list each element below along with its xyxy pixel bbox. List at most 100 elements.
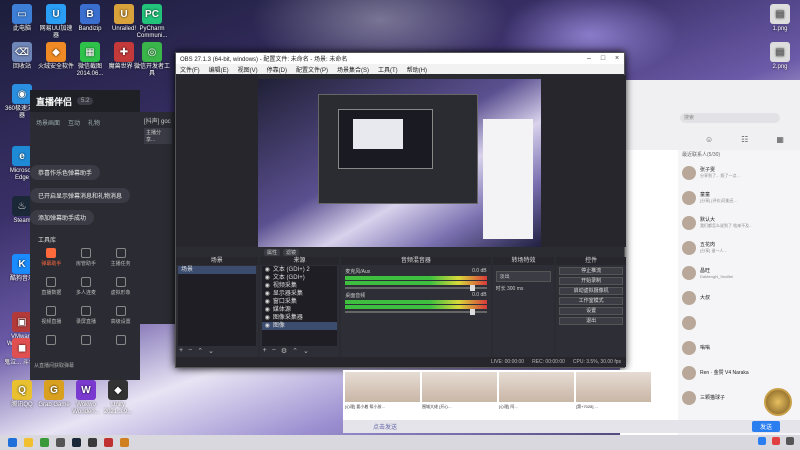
tray-app-icon[interactable]: [772, 437, 780, 445]
desktop-icon[interactable]: ▭ 此电脑: [4, 4, 40, 33]
video-thumbnail[interactable]: [499, 372, 574, 402]
up-icon[interactable]: ⌃: [197, 347, 203, 355]
remove-icon[interactable]: −: [272, 347, 276, 355]
source-item[interactable]: ◉ 图像采集器: [262, 314, 338, 322]
volume-slider[interactable]: [345, 309, 487, 315]
eye-icon[interactable]: ◉: [265, 290, 270, 298]
eye-icon[interactable]: ◉: [265, 314, 270, 322]
tab-gift[interactable]: 礼物: [88, 118, 100, 127]
control-button[interactable]: 开始录制: [559, 277, 623, 285]
desktop-icon[interactable]: G Grab Game: [36, 380, 72, 409]
desktop-icon[interactable]: PC PyCharm Communi...: [134, 4, 170, 40]
obs-preview[interactable]: [258, 79, 541, 247]
eye-icon[interactable]: ◉: [265, 282, 270, 290]
menu-item[interactable]: 工具(T): [378, 65, 398, 74]
desktop-icon[interactable]: B Bandizip: [72, 4, 108, 33]
video-thumbnail[interactable]: [576, 372, 651, 402]
desktop-icon[interactable]: Q 腾讯QQ: [4, 380, 40, 409]
tool-button[interactable]: [34, 335, 69, 347]
desktop-icon[interactable]: W Wokwo Wonderl...: [68, 380, 104, 416]
user-icon[interactable]: ☺: [705, 135, 713, 144]
grid-icon[interactable]: ▦: [776, 135, 784, 144]
video-caption[interactable]: [第+7028] ...: [576, 404, 651, 410]
tool-button[interactable]: 直播数据: [34, 277, 69, 296]
video-thumbnail[interactable]: [345, 372, 420, 402]
desktop-icon[interactable]: ▦ 微信截图 2014.06...: [72, 42, 108, 78]
minimize-icon[interactable]: –: [582, 55, 596, 62]
duration-input[interactable]: 300 ms: [507, 286, 523, 292]
tool-button[interactable]: 录屏直播: [69, 306, 104, 325]
control-button[interactable]: 工作室模式: [559, 297, 623, 305]
wechat-icon[interactable]: [40, 438, 49, 447]
eye-icon[interactable]: ◉: [265, 274, 270, 282]
tool-button[interactable]: 高级设置: [103, 306, 138, 325]
tool-button[interactable]: 房管助手: [69, 248, 104, 267]
windows-start-icon[interactable]: [8, 438, 17, 447]
menu-item[interactable]: 场景集合(S): [337, 65, 369, 74]
huya-icon[interactable]: [120, 438, 129, 447]
source-item[interactable]: ◉ 媒体源: [262, 306, 338, 314]
volume-icon[interactable]: [786, 437, 794, 445]
up-icon[interactable]: ⌃: [292, 347, 298, 355]
menu-item[interactable]: 文件(F): [180, 65, 200, 74]
source-item[interactable]: ◉ 图像: [261, 322, 338, 330]
group-icon[interactable]: ☷: [741, 135, 748, 144]
steam-icon[interactable]: [72, 438, 81, 447]
gear-icon[interactable]: ⚙: [281, 347, 287, 355]
message-input[interactable]: 点击发送: [373, 422, 397, 431]
source-item[interactable]: ◉ 文本 (GDI+) 2: [262, 266, 338, 274]
app-icon[interactable]: [104, 438, 113, 447]
control-button[interactable]: 启动虚拟摄像机: [559, 287, 623, 295]
tool-button[interactable]: 弹幕助手: [34, 248, 69, 267]
desktop-icon[interactable]: ⌫ 回收站: [4, 42, 40, 71]
down-icon[interactable]: ⌄: [208, 347, 214, 355]
filters-button[interactable]: 滤镜: [283, 248, 300, 256]
source-item[interactable]: ◉ 文本 (GDI+): [262, 274, 338, 282]
tray-app-icon[interactable]: [758, 437, 766, 445]
tool-button[interactable]: 虚拟形象: [103, 277, 138, 296]
tool-button[interactable]: [103, 335, 138, 347]
menu-item[interactable]: 帮助(H): [407, 65, 427, 74]
video-caption[interactable]: [心理] 阿...: [499, 404, 574, 410]
obs-icon[interactable]: [88, 438, 97, 447]
source-item[interactable]: ◉ 显示器采集: [262, 290, 338, 298]
control-button[interactable]: 退出: [559, 317, 623, 325]
menu-item[interactable]: 停靠(D): [267, 65, 287, 74]
eye-icon[interactable]: ◉: [265, 266, 270, 274]
properties-button[interactable]: 属性: [264, 248, 281, 256]
add-icon[interactable]: +: [179, 347, 183, 355]
tool-button[interactable]: 视频直播: [34, 306, 69, 325]
menu-item[interactable]: 视图(V): [238, 65, 258, 74]
eye-icon[interactable]: ◉: [265, 322, 270, 330]
file-icon[interactable]: ▤ 2.png: [762, 42, 798, 71]
control-button[interactable]: 设置: [559, 307, 623, 315]
eye-icon[interactable]: ◉: [265, 298, 270, 306]
remove-icon[interactable]: −: [188, 347, 192, 355]
video-caption[interactable]: [心理] 要小着 帮小孩...: [345, 404, 420, 410]
folder-icon[interactable]: [24, 438, 33, 447]
add-icon[interactable]: +: [263, 347, 267, 355]
down-icon[interactable]: ⌄: [303, 347, 309, 355]
desktop-icon[interactable]: ◆ Unity 2021.3.9...: [100, 380, 136, 416]
network-icon[interactable]: [56, 438, 65, 447]
tool-button[interactable]: 多人连麦: [69, 277, 104, 296]
video-thumbnail[interactable]: [422, 372, 497, 402]
video-caption[interactable]: 围城大佬 [开心...: [422, 404, 497, 410]
send-button[interactable]: 发送: [751, 421, 780, 432]
volume-slider[interactable]: [345, 285, 487, 291]
tool-button[interactable]: [69, 335, 104, 347]
control-button[interactable]: 停止推流: [559, 267, 623, 275]
desktop-icon[interactable]: U 网易UU加速器: [38, 4, 74, 40]
transition-select[interactable]: 淡出: [495, 271, 552, 282]
maximize-icon[interactable]: □: [596, 55, 610, 62]
rank-badge-icon[interactable]: [764, 388, 792, 416]
tool-button[interactable]: 主播任务: [103, 248, 138, 267]
menu-item[interactable]: 编辑(E): [209, 65, 229, 74]
tab-interact[interactable]: 互动: [68, 118, 80, 127]
menu-item[interactable]: 配置文件(P): [296, 65, 328, 74]
source-item[interactable]: ◉ 窗口采集: [262, 298, 338, 306]
desktop-icon[interactable]: ◆ 火绒安全软件: [38, 42, 74, 71]
desktop-icon[interactable]: ◎ 微信开发者工具: [134, 42, 170, 78]
eye-icon[interactable]: ◉: [265, 306, 270, 314]
tab-scene[interactable]: 场景画面: [36, 118, 60, 127]
